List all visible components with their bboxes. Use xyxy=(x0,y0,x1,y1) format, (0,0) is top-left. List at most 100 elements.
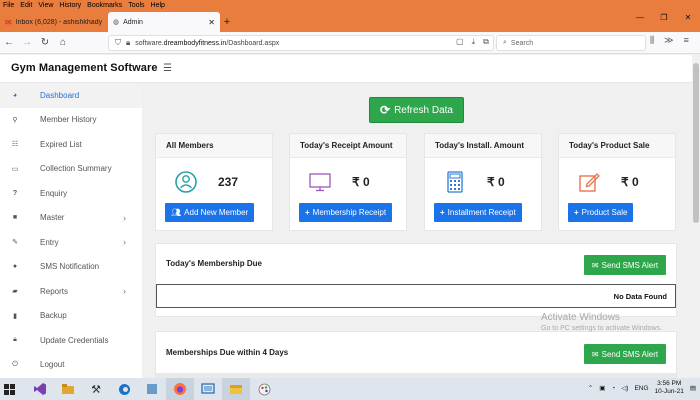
url-domain: dreambodyfitness.in xyxy=(163,39,227,47)
sidebar-toggle-icon[interactable]: ☰ xyxy=(163,63,172,74)
sidebar-item-master[interactable]: ■ Master › xyxy=(0,206,142,231)
notifications-icon[interactable]: ▤ xyxy=(690,384,696,392)
app-icon[interactable] xyxy=(138,378,166,400)
shield-icon: ⛉ xyxy=(115,38,121,47)
no-data-row: No Data Found xyxy=(156,284,676,308)
new-tab-button[interactable]: + xyxy=(220,12,234,32)
close-tab-icon[interactable]: ✕ xyxy=(208,18,215,27)
url-path: /Dashboard.aspx xyxy=(226,39,280,47)
back-icon[interactable]: ← xyxy=(0,37,18,48)
menu-edit[interactable]: Edit xyxy=(17,2,35,9)
card-title: Today's Install. Amount xyxy=(425,134,541,158)
menu-bookmarks[interactable]: Bookmarks xyxy=(84,2,125,9)
library-icon[interactable]: ⫼ xyxy=(650,35,654,46)
add-new-member-button[interactable]: 👥︎ Add New Member xyxy=(165,203,255,222)
volume-icon[interactable]: ◁) xyxy=(621,384,628,392)
forward-icon[interactable]: → xyxy=(18,37,36,48)
system-clock[interactable]: 3:56 PM 10-Jun-21 xyxy=(655,380,684,396)
language-indicator[interactable]: ENG xyxy=(634,385,648,392)
menu-view[interactable]: View xyxy=(35,2,56,9)
sidebar-item-label: Member History xyxy=(40,115,97,125)
tray-app-icon[interactable]: ▣ xyxy=(599,384,605,392)
menu-help[interactable]: Help xyxy=(148,2,168,9)
sidebar-item-label: Enquiry xyxy=(40,188,68,198)
sidebar-item-expired-list[interactable]: ☷ Expired List xyxy=(0,132,142,157)
search-icon: ⚲ xyxy=(12,116,18,124)
sidebar-item-reports[interactable]: ▰ Reports › xyxy=(0,279,142,304)
hamburger-menu-icon[interactable]: ≡ xyxy=(684,35,689,46)
watermark-line1: Activate Windows xyxy=(541,312,620,323)
sidebar-item-sms-notification[interactable]: ● SMS Notification xyxy=(0,255,142,280)
sidebar-item-label: Master xyxy=(40,213,65,223)
sidebar: ◕ Dashboard ⚲ Member History ☷ Expired List… xyxy=(0,83,142,378)
refresh-data-button[interactable]: ⟳ Refresh Data xyxy=(369,97,464,123)
monitor-icon xyxy=(308,170,332,194)
scrollbar-thumb[interactable] xyxy=(693,63,699,223)
screenshot-icon[interactable]: ⧉ xyxy=(483,37,489,47)
tools-icon[interactable]: ⚒ xyxy=(82,378,110,400)
menu-history[interactable]: History xyxy=(56,2,84,9)
overflow-menu-icon[interactable]: ≫ xyxy=(664,35,673,46)
search-bar[interactable]: ⌕ Search xyxy=(496,35,646,51)
file-icon: ▮ xyxy=(13,312,17,320)
sidebar-item-logout[interactable]: ⏻ Logout xyxy=(0,353,142,378)
chevron-right-icon: › xyxy=(123,212,126,223)
edge-icon[interactable] xyxy=(110,378,138,400)
firefox-icon[interactable] xyxy=(166,378,194,400)
tray-chevron-up-icon[interactable]: ⌃ xyxy=(588,384,593,392)
url-bar[interactable]: ⛉ 🔒︎ software.dreambodyfitness.in/Dashbo… xyxy=(108,35,494,51)
card-value: ₹ 0 xyxy=(621,175,639,189)
tab-admin[interactable]: ◍ Admin ✕ xyxy=(108,12,220,32)
button-label: Send SMS Alert xyxy=(601,349,659,359)
tab-inbox[interactable]: ✉ Inbox (6,028) - ashishkhadye9 xyxy=(0,12,108,32)
file-explorer-icon[interactable] xyxy=(222,378,250,400)
reload-icon[interactable]: ↻ xyxy=(36,37,54,48)
comment-icon: ▭ xyxy=(11,165,19,173)
sidebar-item-enquiry[interactable]: ? Enquiry xyxy=(0,181,142,206)
card-value: 237 xyxy=(218,175,239,189)
page-scrollbar[interactable] xyxy=(692,55,700,378)
send-sms-alert-button[interactable]: ✉ Send SMS Alert xyxy=(584,255,666,275)
chevron-right-icon: › xyxy=(123,237,126,248)
sidebar-item-backup[interactable]: ▮ Backup xyxy=(0,304,142,329)
envelope-icon: ✉ xyxy=(591,260,599,270)
installment-receipt-button[interactable]: + Installment Receipt xyxy=(434,203,522,222)
search-placeholder: Search xyxy=(510,39,534,47)
app-header: Gym Management Software ☰ xyxy=(0,55,692,83)
download-icon[interactable]: ⤓ xyxy=(472,37,476,47)
globe-icon: ◍ xyxy=(113,19,120,26)
due-within-panel: Memberships Due within 4 Days ✉ Send SMS … xyxy=(155,331,677,378)
system-tray: ⌃ ▣ ◔ ◁) ENG 3:56 PM 10-Jun-21 ▤ xyxy=(588,380,696,396)
sidebar-item-update-credentials[interactable]: 🔒︎ Update Credentials xyxy=(0,328,142,353)
sidebar-item-dashboard[interactable]: ◕ Dashboard xyxy=(0,83,142,108)
question-icon: ? xyxy=(12,189,18,197)
button-label: Membership Receipt xyxy=(312,208,387,217)
pocket-icon[interactable]: ▢ xyxy=(456,37,464,47)
send-sms-alert-button[interactable]: ✉ Send SMS Alert xyxy=(584,344,666,364)
tab-label: Inbox (6,028) - ashishkhadye9 xyxy=(15,18,102,26)
chevron-right-icon: › xyxy=(123,286,126,297)
product-sale-button[interactable]: + Product Sale xyxy=(568,203,634,222)
briefcase-icon: ■ xyxy=(12,214,18,222)
sidebar-item-label: Logout xyxy=(40,360,65,370)
maximize-icon[interactable]: ❐ xyxy=(652,10,676,24)
windows-start-icon[interactable] xyxy=(0,378,18,400)
paint-icon[interactable] xyxy=(250,378,278,400)
sidebar-item-entry[interactable]: ✎ Entry › xyxy=(0,230,142,255)
clock-time: 3:56 PM xyxy=(657,380,682,387)
wifi-icon[interactable]: ◔ xyxy=(611,385,615,392)
clock-date: 10-Jun-21 xyxy=(654,388,684,395)
visual-studio-icon[interactable] xyxy=(26,378,54,400)
minimize-icon[interactable]: — xyxy=(628,10,652,24)
close-window-icon[interactable]: ✕ xyxy=(676,10,700,24)
sidebar-item-collection-summary[interactable]: ▭ Collection Summary xyxy=(0,157,142,182)
menu-tools[interactable]: Tools xyxy=(125,2,147,9)
sidebar-item-member-history[interactable]: ⚲ Member History xyxy=(0,108,142,133)
menu-file[interactable]: File xyxy=(0,2,17,9)
lock-icon: 🔒︎ xyxy=(126,38,131,47)
folder-app-icon[interactable] xyxy=(54,378,82,400)
network-icon[interactable] xyxy=(194,378,222,400)
home-icon[interactable]: ⌂ xyxy=(54,37,72,48)
plus-icon: + xyxy=(574,208,579,217)
membership-receipt-button[interactable]: + Membership Receipt xyxy=(299,203,393,222)
